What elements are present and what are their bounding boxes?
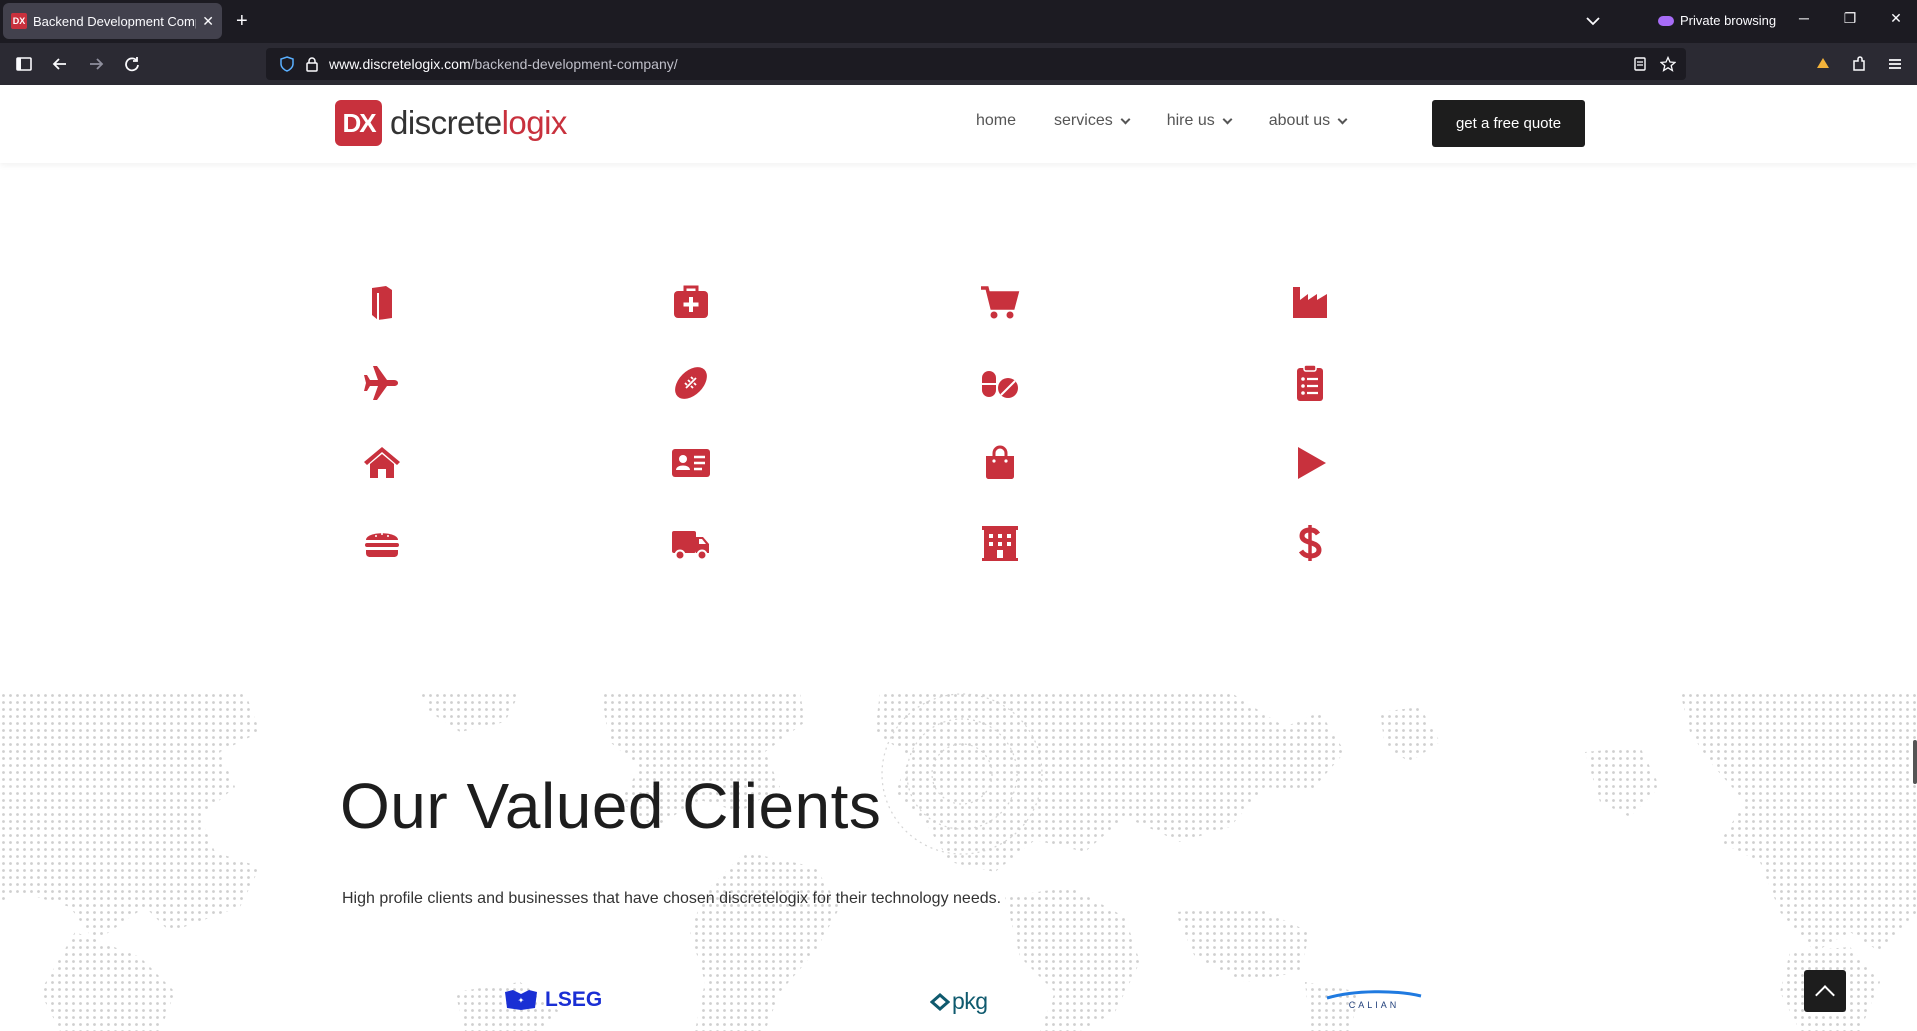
client-logo-calian: CALIAN [1325,990,1423,1010]
close-tab-icon[interactable]: ✕ [202,13,214,30]
menu-item-services[interactable]: services [1054,112,1131,130]
shopping-bag-icon [978,441,1022,485]
chevron-down-icon [1222,114,1233,124]
extension-icon[interactable] [1812,53,1834,75]
lseg-crest-icon: ✦ [505,990,537,1010]
new-tab-button[interactable]: + [236,9,248,33]
reader-view-icon[interactable] [1632,56,1648,72]
id-card-icon [669,441,713,485]
menu-item-about-us[interactable]: about us [1269,112,1348,130]
shield-icon[interactable] [279,56,295,72]
private-browsing-indicator: Private browsing [1658,13,1776,28]
browser-tab-bar: DX Backend Development Company ✕ + Priva… [0,0,1917,43]
main-menu: home services hire us about us [976,112,1384,130]
medical-kit-icon [669,280,713,324]
clients-heading: Our Valued Clients [340,770,882,842]
lock-icon[interactable] [304,56,320,72]
plane-icon [360,361,404,405]
dollar-icon [1288,521,1332,565]
chevron-down-icon [1337,114,1348,124]
scroll-to-top-button[interactable] [1804,970,1846,1012]
clients-subheading: High profile clients and businesses that… [342,890,1002,907]
menu-icon[interactable] [1884,53,1906,75]
chevron-down-icon[interactable] [1584,12,1602,30]
private-label: Private browsing [1680,13,1777,28]
minimize-icon[interactable]: ─ [1792,10,1816,26]
truck-icon [669,521,713,565]
reload-icon[interactable] [121,53,143,75]
logo-wordmark: discretelogix [390,104,567,141]
clipboard-list-icon [1288,361,1332,405]
bookmark-star-icon[interactable] [1660,56,1676,72]
page-scrollbar[interactable] [1913,740,1917,784]
site-logo[interactable]: DX discretelogix [335,100,567,146]
pills-icon [978,361,1022,405]
menu-item-home[interactable]: home [976,112,1016,130]
back-icon[interactable] [49,53,71,75]
favicon-icon: DX [11,13,27,29]
arrow-up-icon [1815,984,1835,1005]
pkg-mark-icon [930,992,950,1011]
browser-tab[interactable]: DX Backend Development Company ✕ [3,3,222,39]
world-map-background [0,692,1917,1031]
client-name: pkg [952,988,988,1014]
menu-item-hire-us[interactable]: hire us [1167,112,1233,130]
client-logo-pkg: pkg [930,988,988,1015]
factory-icon [1288,280,1332,324]
site-header: DX discretelogix home services hire us a… [0,85,1917,163]
chevron-down-icon [1120,114,1131,124]
building-icon [978,521,1022,565]
client-name: CALIAN [1348,1000,1400,1010]
restore-icon[interactable]: ❐ [1838,10,1862,27]
book-icon [360,280,404,324]
close-window-icon[interactable]: ✕ [1884,10,1908,27]
puzzle-icon[interactable] [1848,53,1870,75]
football-icon [669,361,713,405]
calian-swoosh-icon [1326,990,1422,1000]
client-name: LSEG [545,988,603,1011]
cart-icon [978,280,1022,324]
play-icon [1288,441,1332,485]
private-mask-icon [1658,15,1674,26]
svg-text:✦: ✦ [518,996,525,1005]
home-icon [360,441,404,485]
url-bar[interactable]: www.discretelogix.com/backend-developmen… [266,48,1686,80]
tab-title: Backend Development Company [33,13,196,29]
burger-icon [360,521,404,565]
get-free-quote-button[interactable]: get a free quote [1432,100,1585,147]
client-logo-lseg: ✦ LSEG [503,988,602,1012]
logo-mark: DX [335,100,382,146]
forward-icon[interactable] [85,53,107,75]
sidebar-icon[interactable] [13,53,35,75]
url-text[interactable]: www.discretelogix.com/backend-developmen… [329,56,678,72]
